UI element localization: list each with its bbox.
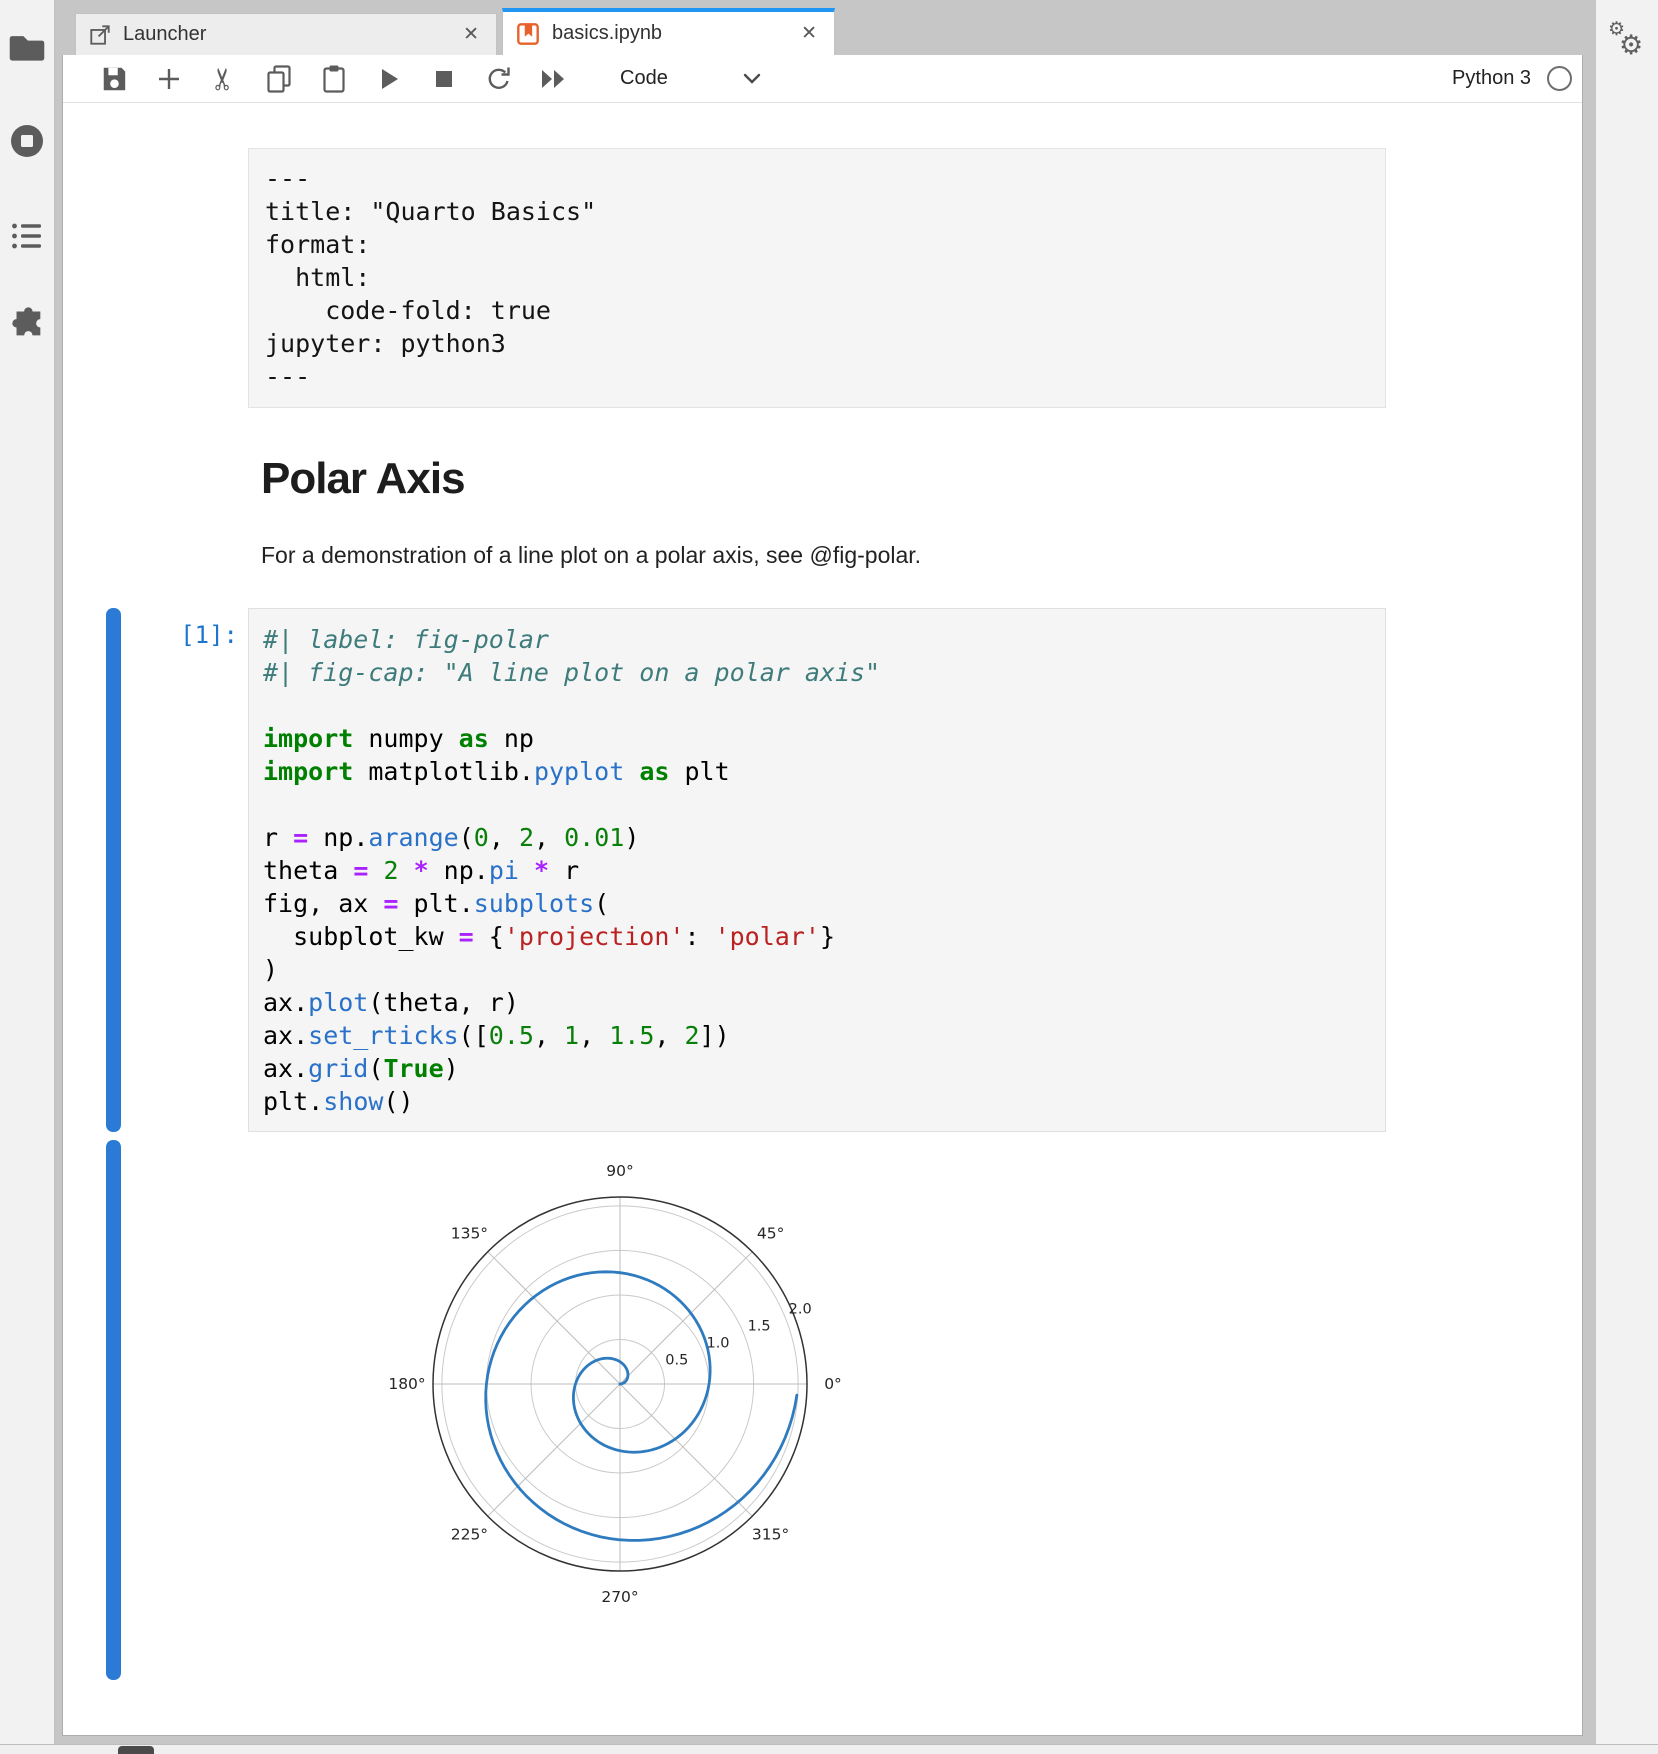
tab-launcher-label: Launcher [123, 23, 206, 46]
svg-text:1.0: 1.0 [706, 1335, 729, 1351]
status-bar-item[interactable] [118, 1746, 154, 1754]
cell-type-label: Code [620, 67, 668, 90]
svg-text:0.5: 0.5 [665, 1353, 688, 1369]
tab-notebook-label: basics.ipynb [552, 22, 662, 45]
tab-bar: Launcher ✕ basics.ipynb ✕ [62, 8, 1583, 55]
tab-notebook[interactable]: basics.ipynb ✕ [502, 8, 835, 55]
run-icon[interactable] [374, 66, 404, 92]
cell-type-dropdown[interactable]: Code [620, 67, 762, 90]
notebook-panel: ✂ [62, 55, 1583, 1736]
output-collapser[interactable] [106, 1140, 121, 1680]
svg-text:315°: 315° [752, 1526, 789, 1544]
run-all-icon[interactable] [539, 66, 569, 92]
code-cell: [1]: #| label: fig-polar#| fig-cap: "A l… [63, 608, 1582, 1132]
main-window: Launcher ✕ basics.ipynb ✕ [62, 8, 1583, 1736]
svg-text:2.0: 2.0 [789, 1301, 812, 1317]
close-icon[interactable]: ✕ [797, 20, 821, 47]
svg-text:270°: 270° [601, 1588, 638, 1606]
cut-icon[interactable]: ✂ [209, 64, 239, 94]
svg-text:180°: 180° [388, 1375, 425, 1393]
status-bar [0, 1744, 1658, 1754]
output-cell: 0° 45° 90° 135° 180° 225° 270° 315° 0.5 1.0 1.5 2.0 [63, 1140, 1582, 1692]
running-kernels-icon[interactable] [8, 122, 46, 160]
table-of-contents-icon[interactable] [11, 220, 43, 252]
output-prompt [121, 1140, 248, 1692]
stop-icon[interactable] [429, 68, 459, 90]
svg-text:1.5: 1.5 [748, 1318, 771, 1334]
tab-launcher[interactable]: Launcher ✕ [75, 13, 497, 55]
copy-icon[interactable] [264, 64, 294, 94]
external-link-icon [89, 24, 111, 46]
markdown-paragraph: For a demonstration of a line plot on a … [261, 540, 1582, 570]
notebook-icon [516, 22, 540, 46]
paste-icon[interactable] [319, 64, 349, 94]
kernel-status-icon [1547, 66, 1572, 91]
code-editor[interactable]: #| label: fig-polar#| fig-cap: "A line p… [248, 608, 1386, 1132]
save-icon[interactable] [99, 65, 129, 93]
chevron-down-icon [742, 72, 762, 86]
kernel-name-label: Python 3 [1452, 67, 1531, 90]
svg-text:45°: 45° [757, 1224, 784, 1242]
yaml-frontmatter-cell[interactable]: --- title: "Quarto Basics" format: html:… [248, 148, 1386, 408]
code-editor-lines: #| label: fig-polar#| fig-cap: "A line p… [263, 623, 1377, 1118]
restart-kernel-icon[interactable] [484, 65, 514, 93]
left-sidebar [0, 0, 55, 1754]
svg-text:0°: 0° [824, 1375, 842, 1393]
svg-text:90°: 90° [606, 1162, 633, 1180]
notebook-toolbar: ✂ [63, 55, 1582, 103]
svg-text:225°: 225° [451, 1526, 488, 1544]
settings-gears-icon[interactable]: ⚙ ⚙ [1606, 22, 1650, 68]
folder-icon[interactable] [7, 30, 47, 64]
cell-collapser[interactable] [106, 608, 121, 1132]
markdown-heading: Polar Axis [261, 454, 1582, 504]
close-icon[interactable]: ✕ [459, 21, 483, 48]
svg-text:135°: 135° [451, 1224, 488, 1242]
execution-count: [1]: [121, 608, 248, 1132]
insert-cell-icon[interactable] [154, 66, 184, 92]
kernel-indicator[interactable]: Python 3 [1452, 66, 1572, 91]
extensions-puzzle-icon[interactable] [7, 303, 47, 341]
notebook-content: --- title: "Quarto Basics" format: html:… [63, 103, 1582, 1735]
right-sidebar: ⚙ ⚙ [1595, 0, 1658, 1754]
polar-figure: 0° 45° 90° 135° 180° 225° 270° 315° 0.5 1.0 1.5 2.0 [350, 1140, 890, 1692]
yaml-frontmatter-text: --- title: "Quarto Basics" format: html:… [265, 162, 1369, 393]
polar-plot: 0° 45° 90° 135° 180° 225° 270° 315° 0.5 1.0 1.5 2.0 [350, 1140, 890, 1630]
